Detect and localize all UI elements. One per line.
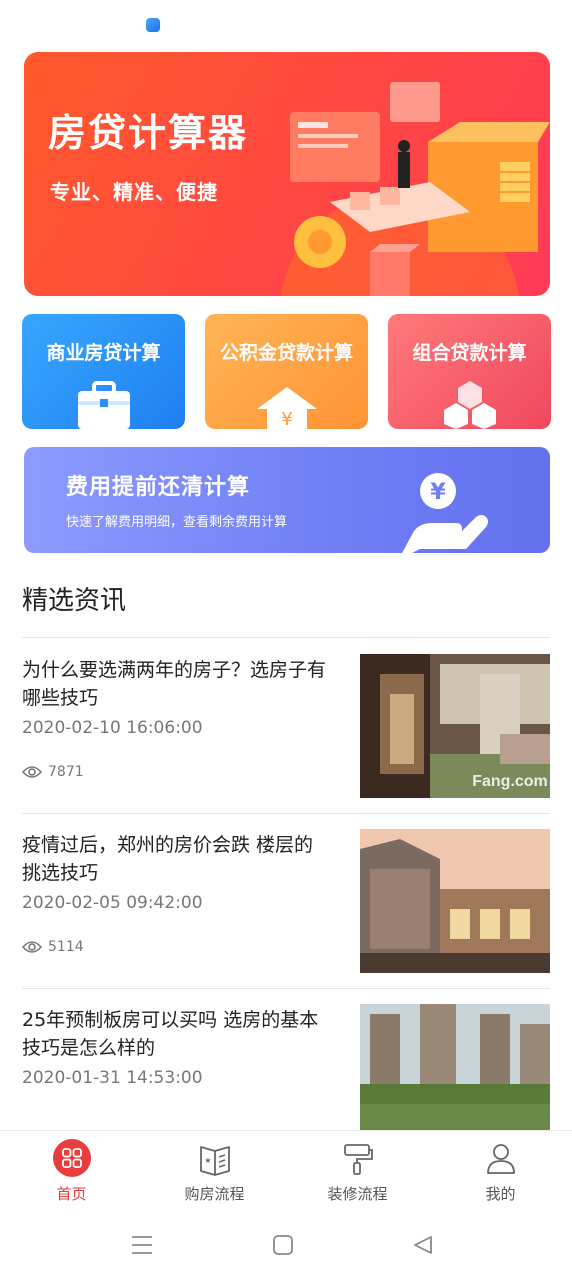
nav-label: 我的 <box>485 1185 516 1203</box>
menu-icon[interactable] <box>130 1234 154 1256</box>
nav-label: 购房流程 <box>184 1185 245 1203</box>
news-time: 2020-02-10 16:06:00 <box>22 718 203 738</box>
news-title: 疫情过后，郑州的房价会跌 楼层的挑选技巧 <box>22 834 314 884</box>
house-yuan-icon: ¥ <box>256 387 317 429</box>
nav-label: 装修流程 <box>327 1185 388 1203</box>
user-icon <box>486 1144 515 1174</box>
card-label: 公积金贷款计算 <box>219 342 353 364</box>
svg-text:★: ★ <box>204 1156 211 1165</box>
early-repayment-card[interactable]: 费用提前还清计算 快速了解费用明细，查看剩余费用计算 ¥ <box>24 447 550 553</box>
news-time: 2020-01-31 14:53:00 <box>22 1068 203 1088</box>
back-triangle-icon[interactable] <box>412 1234 434 1256</box>
combined-loan-card[interactable]: 组合贷款计算 <box>388 314 551 429</box>
svg-text:¥: ¥ <box>281 409 292 429</box>
app-notification-icon <box>146 18 160 32</box>
nav-home[interactable]: 首页 <box>0 1131 143 1211</box>
prepay-title: 费用提前还清计算 <box>66 475 251 500</box>
bottom-nav: 首页 ★ 购房流程 装修流程 我的 <box>0 1130 572 1210</box>
home-square-icon[interactable] <box>272 1234 294 1256</box>
section-title: 精选资讯 <box>22 586 127 616</box>
news-item[interactable]: 25年预制板房可以买吗 选房的基本技巧是怎么样的 2020-01-31 14:5… <box>22 988 550 1130</box>
eye-icon <box>22 941 42 953</box>
home-grid-icon <box>52 1139 91 1177</box>
nav-renovation-process[interactable]: 装修流程 <box>286 1131 429 1211</box>
hero-banner[interactable]: 房贷计算器 专业、精准、便捷 <box>24 52 550 296</box>
news-thumbnail-image <box>360 1004 550 1130</box>
eye-icon <box>22 766 42 778</box>
nav-mine[interactable]: 我的 <box>429 1131 572 1211</box>
news-item[interactable]: 为什么要选满两年的房子？选房子有哪些技巧 2020-02-10 16:06:00… <box>22 638 550 813</box>
commercial-loan-card[interactable]: 商业房贷计算 <box>22 314 185 429</box>
news-views: 5114 <box>22 939 84 955</box>
book-icon: ★ <box>199 1146 230 1176</box>
briefcase-icon <box>77 381 130 429</box>
news-item[interactable]: 疫情过后，郑州的房价会跌 楼层的挑选技巧 2020-02-05 09:42:00… <box>22 813 550 988</box>
banner-subtitle: 专业、精准、便捷 <box>50 180 218 204</box>
building-illustration-icon <box>281 82 550 296</box>
news-title: 为什么要选满两年的房子？选房子有哪些技巧 <box>22 659 327 709</box>
paint-roller-icon <box>343 1144 373 1175</box>
status-bar <box>0 0 572 44</box>
prepay-subtitle: 快速了解费用明细，查看剩余费用计算 <box>66 515 288 530</box>
hand-coin-icon: ¥ <box>402 473 488 553</box>
card-label: 商业房贷计算 <box>46 342 161 364</box>
news-views: 7871 <box>22 764 84 780</box>
nav-purchase-process[interactable]: ★ 购房流程 <box>143 1131 286 1211</box>
system-nav-bar <box>0 1210 572 1280</box>
nav-label: 首页 <box>56 1185 87 1203</box>
housing-fund-loan-card[interactable]: 公积金贷款计算 ¥ <box>205 314 368 429</box>
views-count: 7871 <box>48 764 84 780</box>
svg-text:¥: ¥ <box>430 480 446 505</box>
news-thumbnail-image: Fang.com <box>360 654 550 798</box>
thumb-watermark: Fang.com <box>472 773 548 790</box>
news-thumbnail-image <box>360 829 550 973</box>
news-time: 2020-02-05 09:42:00 <box>22 893 203 913</box>
views-count: 5114 <box>48 939 84 955</box>
cubes-icon <box>443 381 496 429</box>
news-title: 25年预制板房可以买吗 选房的基本技巧是怎么样的 <box>22 1009 319 1059</box>
banner-title: 房贷计算器 <box>48 111 249 155</box>
card-label: 组合贷款计算 <box>412 342 527 364</box>
